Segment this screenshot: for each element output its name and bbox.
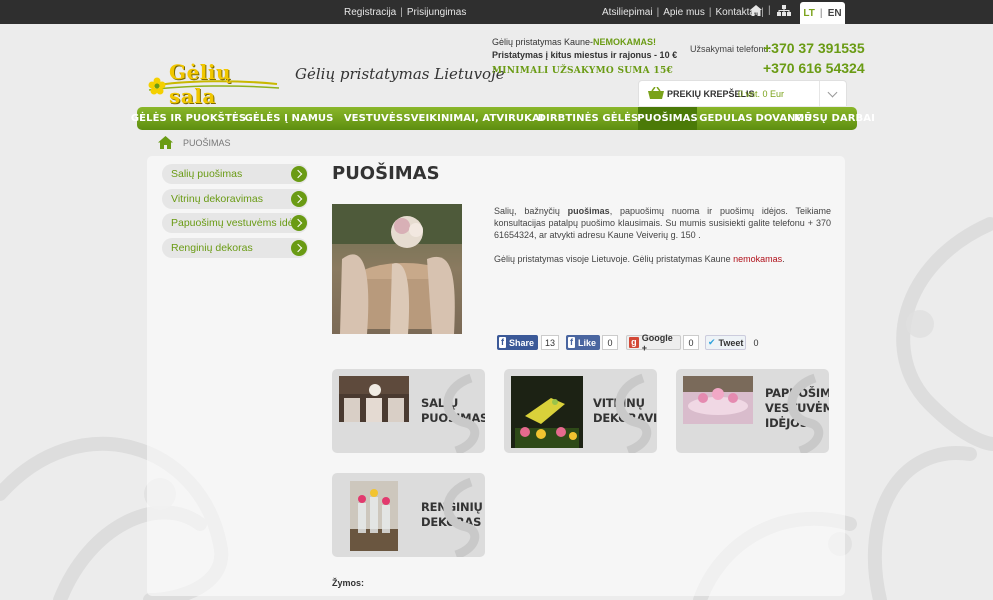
tile-halls-decoration[interactable]: SALIŲ PUOŠIMAS [332, 369, 485, 453]
watermark-swirl-icon [443, 477, 480, 557]
sidebar-item-halls[interactable]: Salių puošimas [162, 164, 308, 184]
menu-item-weddings[interactable]: VESTUVĖS [338, 107, 409, 130]
watermark-swirl-icon [787, 373, 824, 453]
account-links: Registracija | Prisijungimas [344, 7, 467, 18]
facebook-like-button[interactable]: f Like [566, 335, 600, 350]
share-count: 13 [541, 335, 560, 350]
reviews-link[interactable]: Atsiliepimai [602, 7, 653, 18]
google-plus-button[interactable]: g Google + [626, 333, 681, 353]
shopping-cart[interactable]: PREKIŲ KREPŠELIS 0 vnt. 0 Eur [638, 80, 847, 107]
lang-lt[interactable]: LT [803, 8, 814, 19]
cart-dropdown-toggle[interactable] [819, 81, 846, 107]
tile-window-decoration[interactable]: VITRINŲDEKORAVIMAS [504, 369, 657, 453]
tile-event-decor[interactable]: RENGINIŲ DEKORAS [332, 473, 485, 557]
delivery-info: Gėlių pristatymas Kaune-NEMOKAMAS! Prist… [492, 37, 678, 76]
home-icon[interactable] [158, 136, 173, 149]
facebook-share-button[interactable]: f Share [497, 335, 538, 350]
google-plus-icon: g [629, 337, 639, 348]
sidebar-menu: Salių puošimas Vitrinų dekoravimas Papuo… [162, 164, 308, 262]
free-delivery-link[interactable]: nemokamas [733, 254, 782, 264]
menu-item-flowers-home[interactable]: GĖLĖS Į NAMUS [240, 107, 338, 130]
tile-photo-halls [339, 376, 409, 422]
tags-label: Žymos: [332, 578, 365, 588]
menu-item-artificial-flowers[interactable]: DIRBTINĖS GĖLĖS [538, 107, 639, 130]
phone-2[interactable]: +370 616 54324 [763, 60, 865, 76]
sidebar-item-events[interactable]: Renginių dekoras [162, 237, 308, 258]
menu-item-greetings-cards[interactable]: SVEIKINIMAI, ATVIRUKAI [403, 107, 543, 130]
tweet-count: 0 [753, 337, 759, 348]
like-count: 0 [602, 335, 618, 350]
phone-1[interactable]: +370 37 391535 [763, 40, 865, 56]
twitter-bird-icon: ✔ [708, 337, 716, 347]
basket-icon [648, 87, 664, 99]
register-link[interactable]: Registracija [344, 7, 396, 18]
arrow-right-icon [291, 215, 307, 231]
home-icon[interactable] [750, 5, 762, 16]
sitemap-icon[interactable] [776, 5, 791, 16]
menu-item-flowers-bouquets[interactable]: GĖLĖS IR PUOKŠTĖS [131, 107, 246, 130]
language-switcher: LT | EN [800, 2, 845, 24]
chevron-down-icon [827, 87, 838, 98]
cart-value: 0 vnt. 0 Eur [738, 89, 785, 99]
breadcrumb-current: PUOŠIMAS [183, 137, 231, 148]
tile-photo-wedding [683, 376, 753, 424]
tweet-button[interactable]: ✔ Tweet [705, 335, 746, 350]
about-link[interactable]: Apie mus [663, 7, 705, 18]
watermark-swirl-icon [443, 373, 480, 453]
tile-photo-events [350, 481, 398, 551]
menu-item-mourning[interactable]: GEDULAS [697, 107, 755, 130]
watermark-swirl-icon [615, 373, 652, 453]
main-photo-decorated-hall [332, 204, 462, 334]
login-link[interactable]: Prisijungimas [407, 7, 466, 18]
tile-wedding-ideas[interactable]: PAPUOŠIMŲVESTUVĖMSIDĖJOS [676, 369, 829, 453]
page-title: PUOŠIMAS [332, 163, 440, 184]
tile-photo-windows [511, 376, 583, 448]
top-bar: Registracija | Prisijungimas Atsiliepimai |… [0, 0, 993, 24]
phone-label: Užsakymai telefonu: [690, 44, 772, 54]
logo-text: Gėlių sala [169, 60, 232, 108]
lang-en[interactable]: EN [828, 8, 842, 19]
menu-item-our-works[interactable]: MŪSŲ DARBAI [794, 107, 875, 130]
breadcrumb: PUOŠIMAS [158, 136, 231, 149]
google-plus-count: 0 [683, 335, 699, 350]
page-description: Salių, bažnyčių puošimas, papuošimų nuom… [494, 206, 831, 264]
info-links: Atsiliepimai | Apie mus | Kontaktai | [602, 7, 764, 18]
arrow-right-icon [291, 166, 307, 182]
sidebar-item-wedding-ideas[interactable]: Papuošimų vestuvėms idėjos [162, 213, 308, 233]
main-menu: GĖLĖS IR PUOKŠTĖS GĖLĖS Į NAMUS VESTUVĖS… [131, 107, 875, 130]
arrow-right-icon [291, 190, 307, 207]
arrow-right-icon [291, 239, 307, 256]
facebook-icon: f [568, 337, 575, 348]
facebook-icon: f [499, 337, 506, 348]
site-logo[interactable]: Gėlių sala [147, 58, 282, 108]
menu-item-decoration[interactable]: PUOŠIMAS [637, 107, 698, 130]
tagline: Gėlių pristatymas Lietuvoje [295, 65, 505, 83]
sidebar-item-windows[interactable]: Vitrinų dekoravimas [162, 188, 308, 209]
